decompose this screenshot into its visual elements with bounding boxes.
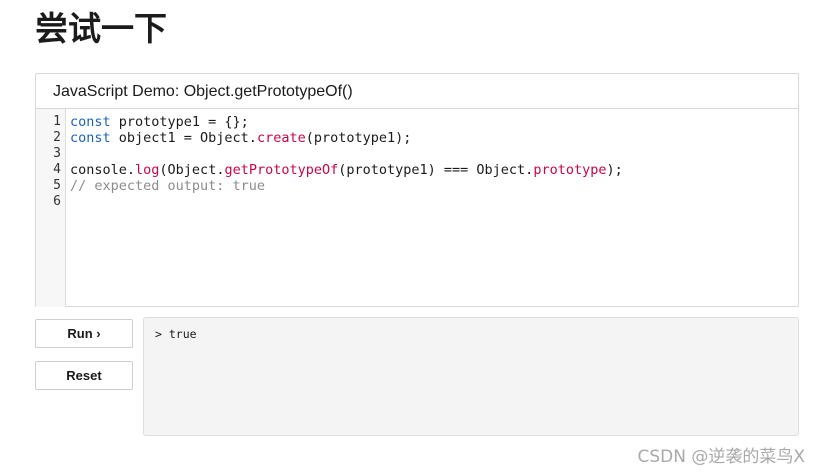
code-line: const prototype1 = {}; <box>70 114 798 130</box>
line-number: 5 <box>53 178 61 193</box>
page: 尝试一下 JavaScript Demo: Object.getPrototyp… <box>0 0 819 472</box>
code-token: console. <box>70 162 136 178</box>
code-token: getPrototypeOf <box>224 162 339 178</box>
code-token: (Object. <box>159 162 225 178</box>
page-title: 尝试一下 <box>35 9 167 48</box>
code-token: prototype1 = {}; <box>110 114 249 130</box>
line-number: 6 <box>53 194 61 209</box>
editor-body[interactable]: 123456 const prototype1 = {}; const objec… <box>36 109 798 307</box>
code-token: (prototype1); <box>305 130 412 146</box>
code-line: const object1 = Object.create(prototype1… <box>70 130 798 146</box>
line-number-gutter: 123456 <box>36 109 66 307</box>
code-token: create <box>256 130 306 146</box>
run-button[interactable]: Run › <box>35 319 133 348</box>
code-token: prototype <box>533 162 607 178</box>
code-area[interactable]: const prototype1 = {}; const object1 = Ob… <box>70 109 798 210</box>
output-line: > true <box>155 327 197 341</box>
output-console: > true <box>143 317 799 436</box>
line-number: 2 <box>53 130 61 145</box>
code-token: object1 = Object. <box>110 130 257 146</box>
code-token: log <box>135 162 160 178</box>
reset-button[interactable]: Reset <box>35 361 133 390</box>
code-token: const <box>70 114 111 130</box>
code-editor-panel: JavaScript Demo: Object.getPrototypeOf()… <box>35 73 799 307</box>
editor-header: JavaScript Demo: Object.getPrototypeOf() <box>36 74 798 109</box>
code-line: console.log(Object.getPrototypeOf(protot… <box>70 162 798 178</box>
code-token: ); <box>606 162 623 178</box>
code-token: // expected output: true <box>70 178 266 194</box>
code-line: // expected output: true <box>70 178 798 194</box>
line-number: 1 <box>53 114 61 129</box>
line-number: 4 <box>53 162 61 177</box>
line-number: 3 <box>53 146 61 161</box>
watermark: CSDN @逆袭的菜鸟X <box>637 447 805 467</box>
code-token: (prototype1) === Object. <box>338 162 534 178</box>
code-token: const <box>70 130 111 146</box>
